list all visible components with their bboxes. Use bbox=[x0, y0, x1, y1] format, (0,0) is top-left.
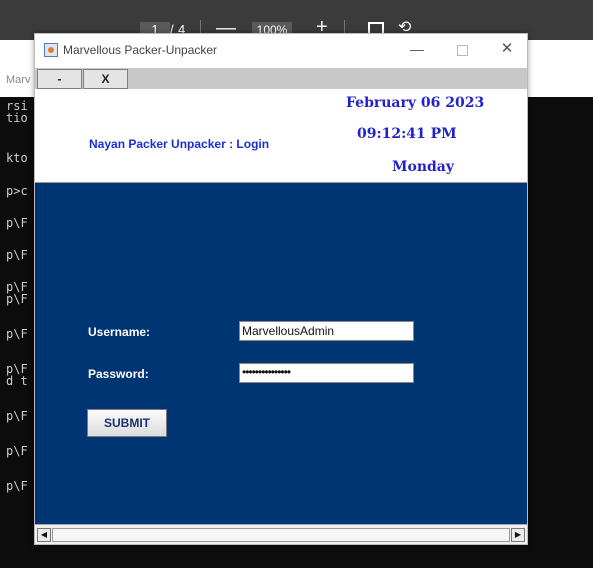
console-line: p>c bbox=[6, 184, 28, 198]
menu-minimize-button[interactable]: - bbox=[37, 69, 82, 89]
window-minimize-button[interactable]: — bbox=[397, 38, 437, 60]
window-close-button[interactable]: ✕ bbox=[487, 38, 527, 60]
console-line: d t bbox=[6, 374, 28, 388]
packer-unpacker-window: Marvellous Packer-Unpacker — ✕ - X Nayan… bbox=[34, 33, 528, 545]
date-display: February 06 2023 bbox=[346, 95, 485, 111]
submit-button[interactable]: SUBMIT bbox=[87, 409, 167, 437]
password-input[interactable]: ••••••••••••••• bbox=[239, 363, 414, 383]
console-line: p\F bbox=[6, 216, 28, 230]
console-line: tio bbox=[6, 111, 28, 125]
username-label: Username: bbox=[88, 325, 151, 339]
window-title: Marvellous Packer-Unpacker bbox=[63, 43, 218, 57]
console-line: p\F bbox=[6, 248, 28, 262]
background-tab-label: Marv bbox=[6, 74, 31, 86]
window-titlebar[interactable]: Marvellous Packer-Unpacker — ✕ bbox=[35, 34, 527, 64]
window-maximize-button[interactable] bbox=[442, 38, 482, 60]
password-label: Password: bbox=[88, 367, 149, 381]
time-display: 09:12:41 PM bbox=[357, 126, 457, 142]
scroll-track[interactable] bbox=[52, 528, 510, 542]
maximize-icon bbox=[456, 44, 468, 56]
app-menubar: - X bbox=[35, 68, 527, 90]
console-line: kto bbox=[6, 151, 28, 165]
scroll-left-arrow-icon[interactable]: ◀ bbox=[37, 528, 51, 542]
day-display: Monday bbox=[392, 159, 455, 175]
horizontal-scrollbar[interactable]: ◀ ▶ bbox=[35, 524, 527, 544]
console-line: p\F bbox=[6, 327, 28, 341]
console-line: p\F bbox=[6, 444, 28, 458]
console-line: p\F bbox=[6, 479, 28, 493]
console-line: p\F bbox=[6, 292, 28, 306]
menu-close-button[interactable]: X bbox=[83, 69, 128, 89]
login-header: Nayan Packer Unpacker : Login February 0… bbox=[35, 89, 527, 183]
scroll-right-arrow-icon[interactable]: ▶ bbox=[511, 528, 525, 542]
login-panel: Username: MarvellousAdmin Password: ••••… bbox=[35, 183, 527, 525]
username-input[interactable]: MarvellousAdmin bbox=[239, 321, 414, 341]
app-heading: Nayan Packer Unpacker : Login bbox=[89, 137, 270, 151]
console-line: p\F bbox=[6, 409, 28, 423]
java-app-icon bbox=[44, 43, 58, 57]
